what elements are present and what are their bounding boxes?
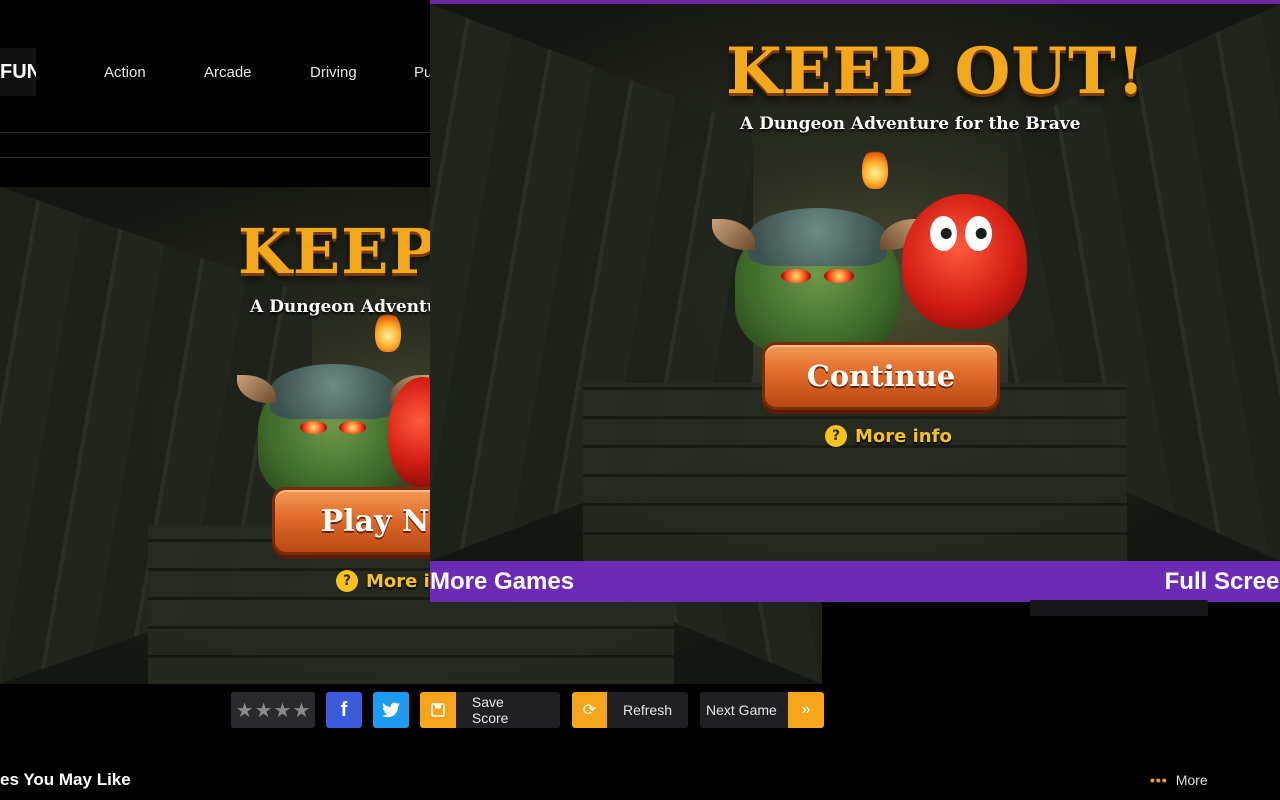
star-icon[interactable]: ★ [255,698,273,723]
game-frame-overlay[interactable]: KEEP OUT! A Dungeon Adventure for the Br… [430,4,1280,561]
continue-button[interactable]: Continue [762,342,1000,410]
more-info-label: More info [855,425,952,447]
question-bubble-icon: ? [336,570,358,592]
overlay-bottom-bar: More Games Full Screen [430,561,1280,602]
site-logo[interactable]: FUN [0,48,36,96]
leaderboard-strip [1030,600,1208,616]
twitter-icon [382,702,400,718]
next-game-label: Next Game [706,702,777,718]
double-chevron-right-icon: » [788,692,824,728]
section-title: es You May Like [0,770,131,789]
dragon-character [902,194,1027,329]
more-link[interactable]: ••• More [1150,772,1208,788]
full-screen-button[interactable]: Full Screen [1165,568,1280,596]
floppy-disk-icon [420,692,456,728]
rating-stars[interactable]: ★ ★ ★ ★ [231,692,315,728]
torch-icon [375,312,401,352]
nav-item-driving[interactable]: Driving [310,64,357,81]
dragon-eye-left [929,215,957,251]
facebook-icon: f [340,698,348,721]
orc-eye-right [824,269,854,284]
save-score-label: Save Score [471,694,509,726]
dots-icon: ••• [1150,772,1168,788]
orc-character [237,364,429,502]
header-divider [0,132,430,133]
next-game-button[interactable]: Next Game » [700,692,824,728]
star-icon[interactable]: ★ [274,698,292,723]
more-info-link[interactable]: ? More info [825,425,952,447]
nav-item-action[interactable]: Action [104,64,146,81]
orc-helmet [270,364,396,419]
more-games-button[interactable]: More Games [430,568,574,596]
orc-eye-left [781,269,811,284]
save-score-button[interactable]: Save Score [420,692,560,728]
refresh-label: Refresh [622,702,672,718]
facebook-share-button[interactable]: f [326,692,362,728]
dragon-eye-right [964,215,992,251]
subheader-divider [0,157,430,158]
game-subtitle-background: A Dungeon Adventure [250,297,460,317]
twitter-share-button[interactable] [373,692,409,728]
star-icon[interactable]: ★ [236,698,254,723]
question-bubble-icon: ? [825,425,847,447]
star-icon[interactable]: ★ [292,698,310,723]
refresh-icon: ⟳ [572,692,607,728]
orc-character [711,207,924,356]
orc-helmet [748,207,887,267]
orc-eye-left [300,421,327,435]
more-label: More [1175,772,1208,788]
orc-eye-right [339,421,366,435]
nav-item-arcade[interactable]: Arcade [204,64,252,81]
refresh-button[interactable]: ⟳ Refresh [572,692,688,728]
game-subtitle: A Dungeon Adventure for the Brave [740,114,1081,134]
game-title: KEEP OUT! [726,34,1146,109]
site-logo-text: FUN [0,60,36,83]
torch-icon [862,149,888,189]
more-info-link-background[interactable]: ? More in [336,570,443,592]
